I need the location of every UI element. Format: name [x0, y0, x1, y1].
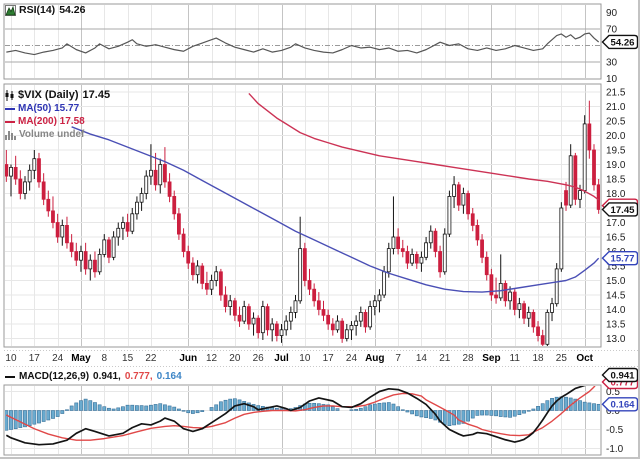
svg-text:7: 7 — [395, 353, 401, 364]
svg-text:13.5: 13.5 — [606, 320, 626, 331]
price-legend: $VIX (Daily) 17.45 MA(50) 15.77 MA(200) … — [5, 89, 110, 141]
svg-text:13.0: 13.0 — [606, 334, 626, 345]
svg-text:10: 10 — [606, 74, 618, 85]
svg-text:16.5: 16.5 — [606, 233, 626, 244]
indicator-chart-icon — [5, 5, 16, 16]
svg-text:21: 21 — [439, 353, 451, 364]
svg-text:12: 12 — [206, 353, 218, 364]
volume-row: Volume undef — [5, 128, 110, 141]
svg-text:14.0: 14.0 — [606, 305, 626, 316]
svg-text:0.941: 0.941 — [610, 370, 635, 381]
svg-text:14.5: 14.5 — [606, 291, 626, 302]
svg-text:25: 25 — [556, 353, 568, 364]
svg-text:10: 10 — [5, 353, 17, 364]
svg-text:15.0: 15.0 — [606, 276, 626, 287]
macd-signal-value: 0.777, — [124, 371, 153, 382]
macd-value: 0.941, — [93, 371, 121, 382]
chart-canvas: 90 70 30 10 21.5 21.0 20.5 20.0 19.5 19.0 18.5 18.0… — [3, 3, 638, 456]
ma200-label: MA(200) 17.58 — [18, 116, 85, 127]
macd-line-swatch-icon — [5, 375, 15, 378]
svg-text:-1.0: -1.0 — [606, 444, 624, 455]
svg-text:30: 30 — [606, 58, 618, 69]
svg-text:May: May — [71, 353, 91, 364]
svg-text:24: 24 — [52, 353, 64, 364]
svg-text:Jul: Jul — [274, 353, 289, 364]
svg-text:20: 20 — [229, 353, 241, 364]
svg-text:18.0: 18.0 — [606, 189, 626, 200]
svg-text:-0.5: -0.5 — [606, 425, 624, 436]
svg-text:17: 17 — [323, 353, 335, 364]
svg-text:11: 11 — [510, 353, 521, 364]
svg-text:8: 8 — [101, 353, 107, 364]
symbol-row: $VIX (Daily) 17.45 — [5, 89, 110, 102]
svg-text:17: 17 — [29, 353, 41, 364]
rsi-legend: RSI(14) 54.26 — [5, 4, 89, 17]
svg-text:26: 26 — [253, 353, 265, 364]
svg-text:70: 70 — [606, 25, 618, 36]
svg-text:Oct: Oct — [576, 353, 593, 364]
svg-text:15.77: 15.77 — [610, 254, 634, 265]
svg-text:15: 15 — [122, 353, 134, 364]
rsi-legend-value: 54.26 — [59, 4, 86, 16]
macd-hist-value: 0.164 — [156, 371, 182, 382]
svg-text:24: 24 — [346, 353, 358, 364]
svg-text:17.45: 17.45 — [610, 205, 635, 216]
svg-text:17.0: 17.0 — [606, 218, 626, 229]
volume-label: Volume undef — [19, 129, 85, 140]
svg-text:0.164: 0.164 — [610, 400, 635, 411]
svg-text:20.0: 20.0 — [606, 131, 626, 142]
ma200-swatch-icon — [5, 120, 15, 123]
stock-chart-window: 90 70 30 10 21.5 21.0 20.5 20.0 19.5 19.0 18.5 18.0… — [0, 0, 640, 459]
svg-text:20.5: 20.5 — [606, 117, 626, 128]
svg-text:19.5: 19.5 — [606, 146, 626, 157]
svg-text:18.5: 18.5 — [606, 175, 626, 186]
svg-text:21.0: 21.0 — [606, 102, 626, 113]
svg-text:28: 28 — [463, 353, 475, 364]
svg-text:Sep: Sep — [482, 353, 500, 364]
svg-text:54.26: 54.26 — [610, 37, 634, 48]
ma50-swatch-icon — [5, 107, 15, 110]
ma50-label: MA(50) 15.77 — [18, 103, 80, 114]
volume-bars-icon — [5, 130, 16, 140]
svg-text:10: 10 — [299, 353, 311, 364]
ma200-row: MA(200) 17.58 — [5, 115, 110, 128]
symbol-last-price: 17.45 — [82, 89, 111, 101]
ma50-row: MA(50) 15.77 — [5, 102, 110, 115]
candlestick-icon — [5, 90, 15, 101]
svg-text:14: 14 — [416, 353, 428, 364]
svg-text:18: 18 — [532, 353, 544, 364]
svg-text:Jun: Jun — [179, 353, 197, 364]
svg-text:90: 90 — [606, 8, 618, 19]
svg-text:19.0: 19.0 — [606, 160, 626, 171]
svg-text:Aug: Aug — [365, 353, 384, 364]
symbol-title: $VIX (Daily) — [18, 89, 79, 101]
rsi-legend-label: RSI(14) — [19, 4, 56, 16]
svg-text:22: 22 — [145, 353, 157, 364]
macd-legend-label: MACD(12,26,9) — [19, 371, 90, 382]
svg-text:21.5: 21.5 — [606, 88, 626, 99]
macd-legend: MACD(12,26,9) 0.941, 0.777, 0.164 — [5, 370, 186, 383]
